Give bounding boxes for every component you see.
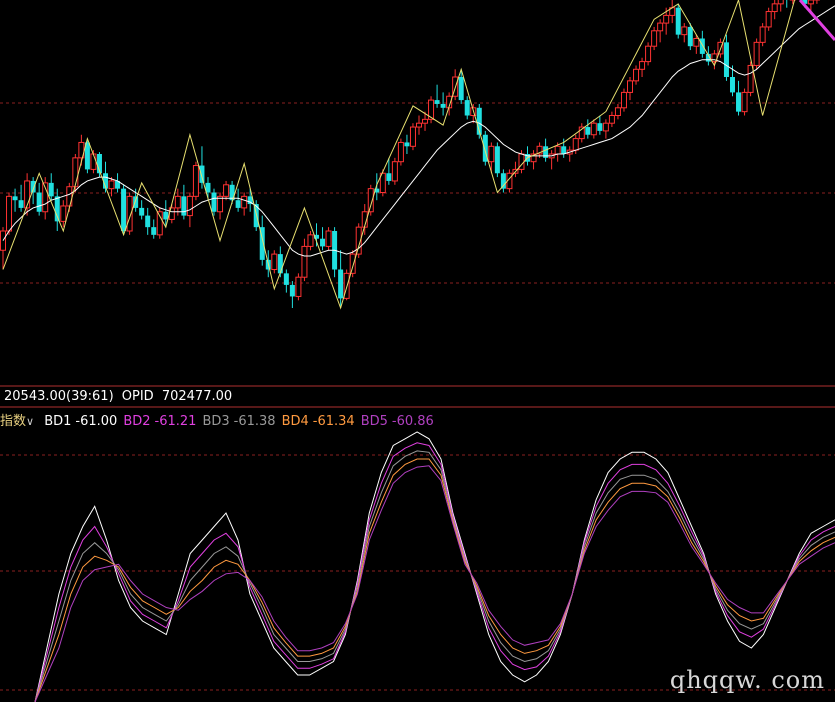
legend-label: BD2 [123, 414, 151, 429]
legend-label: BD5 [360, 414, 388, 429]
opid-label: OPID [121, 389, 154, 404]
legend-bd1: BD1 -61.00 [44, 414, 117, 429]
legend-items: BD1 -61.00 BD2 -61.21 BD3 -61.38 BD4 -61.34 BD5-… [44, 414, 440, 429]
legend-value: -61.38 [233, 414, 276, 429]
legend-value: -61.34 [312, 414, 355, 429]
info-value: 20543.00(39:61) [4, 389, 114, 404]
indicator-legend: 指数∨ BD1 -61.00 BD2 -61.21 BD3 -61.38 BD4 -61.34… [0, 410, 446, 429]
indicator-panel [0, 431, 835, 702]
legend-value: -61.00 [75, 414, 118, 429]
series-line-bd2 [34, 442, 835, 702]
legend-value: -60.86 [391, 414, 434, 429]
legend-bd3: BD3 -61.38 [202, 414, 275, 429]
series-line-bd3 [34, 450, 835, 702]
indicator-name[interactable]: 指数 [0, 414, 26, 429]
legend-label: BD3 [202, 414, 230, 429]
legend-label: BD4 [281, 414, 309, 429]
legend-value: -61.21 [154, 414, 197, 429]
legend-bd5: BD5 -60.86 [361, 414, 434, 429]
legend-bd2: BD2 -61.21 [123, 414, 196, 429]
chart-root: 20543.00(39:61) OPID 702477.00 指数∨ BD1 -6… [0, 0, 835, 702]
chevron-down-icon[interactable]: ∨ [26, 415, 34, 428]
info-bar: 20543.00(39:61) OPID 702477.00 [4, 389, 236, 404]
watermark: qhqqw. com [669, 666, 825, 694]
opid-value: 702477.00 [161, 389, 233, 404]
legend-label: BD1 [44, 414, 72, 429]
legend-bd4: BD4 -61.34 [282, 414, 355, 429]
